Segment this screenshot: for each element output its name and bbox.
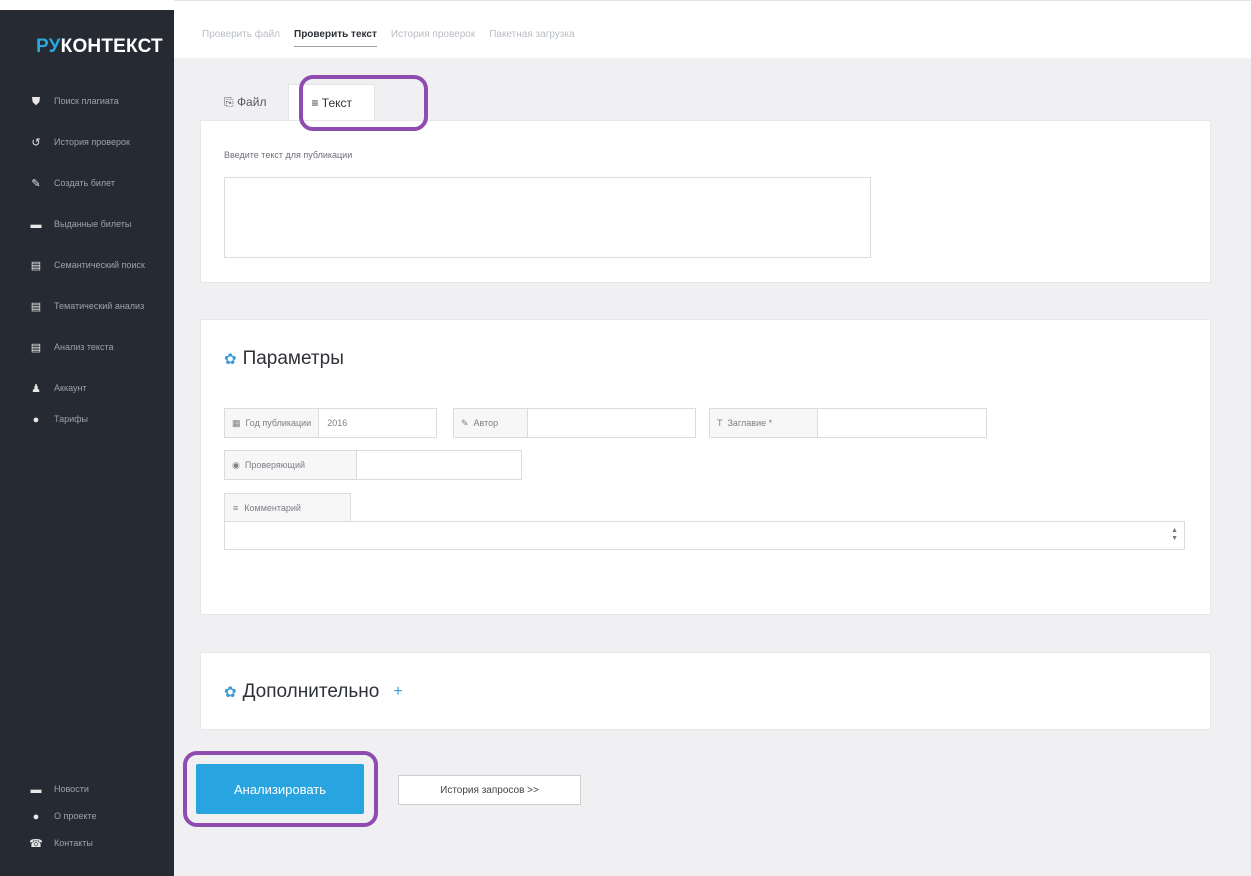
tab-file[interactable]: ⎘ Файл (202, 84, 288, 120)
year-label: Год публикации (245, 418, 312, 428)
phone-icon: ☎ (29, 838, 43, 850)
sidebar-item-2[interactable]: ✎ Создать билет (0, 178, 174, 219)
pencil-icon: ✎ (461, 417, 469, 428)
folder-icon: ▬ (30, 219, 42, 231)
author-field[interactable]: ✎ Автор (453, 408, 696, 438)
reviewer-addon: ◉ Проверяющий (225, 451, 357, 479)
sidebar-item-label: История проверок (54, 137, 130, 147)
comment-label: Комментарий (244, 503, 301, 513)
reviewer-field[interactable]: ◉ Проверяющий (224, 450, 522, 480)
text-lines-icon: ≡ (311, 96, 322, 110)
sidebar-item-2[interactable]: ☎ Контакты (0, 838, 174, 865)
sidebar-item-label: Новости (54, 784, 89, 794)
document-icon: ▤ (30, 260, 42, 272)
author-input[interactable] (528, 409, 695, 437)
sidebar-item-1[interactable]: ↺ История проверок (0, 137, 174, 178)
tab-file-label: Файл (236, 95, 267, 109)
analyze-button[interactable]: Анализировать (196, 764, 364, 814)
eye-icon: ◉ (232, 459, 240, 470)
sidebar-item-label: Выданные билеты (54, 219, 132, 229)
reviewer-label: Проверяющий (244, 460, 306, 470)
paperclip-icon: ⎘ (224, 95, 237, 109)
heading-label: Заглавие * (727, 418, 773, 428)
heading-field[interactable]: T Заглавие * (709, 408, 987, 438)
sidebar-item-label: Поиск плагиата (54, 96, 119, 106)
gear-icon: ✿ (224, 684, 237, 701)
tab-text[interactable]: ≡ Текст (288, 84, 376, 120)
year-input[interactable]: 2016 (319, 409, 436, 437)
request-history-button[interactable]: История запросов >> (398, 775, 581, 805)
info-icon: ● (32, 811, 40, 823)
sidebar-item-label: Контакты (54, 838, 93, 848)
sidebar-item-label: Создать билет (54, 178, 115, 188)
info-icon: ● (32, 414, 40, 426)
text-input-label: Введите текст для публикации (224, 150, 353, 160)
sidebar-item-label: Тематический анализ (54, 301, 145, 311)
comment-addon: ≡ Комментарий (224, 493, 351, 522)
sidebar-nav: ⛊ Поиск плагиата ↺ История проверок ✎ Создать… (0, 96, 174, 445)
year-field[interactable]: ▦ Год публикации 2016 (224, 408, 437, 438)
top-bar: Проверить файл Проверить текст История п… (174, 0, 1251, 58)
pencil-icon: ✎ (31, 178, 41, 190)
heading-addon: T Заглавие * (710, 409, 818, 437)
sidebar-item-label: Семантический поиск (54, 260, 145, 270)
tab-check-history[interactable]: История проверок (391, 29, 475, 47)
sidebar-item-0[interactable]: ⛊ Поиск плагиата (0, 96, 174, 137)
author-label: Автор (473, 418, 499, 428)
tab-batch-upload[interactable]: Пакетная загрузка (489, 29, 574, 47)
tab-check-text[interactable]: Проверить текст (294, 29, 377, 47)
comment-input[interactable]: ▲ ▼ (224, 521, 1185, 550)
sidebar-item-5[interactable]: ▤ Тематический анализ (0, 301, 174, 342)
heading-input[interactable] (818, 409, 986, 437)
sidebar-item-8[interactable]: ● Тарифы (0, 414, 174, 445)
year-addon: ▦ Год публикации (225, 409, 320, 437)
sidebar-item-4[interactable]: ▤ Семантический поиск (0, 260, 174, 301)
plus-icon[interactable]: + (393, 683, 402, 701)
extra-title[interactable]: ✿ Дополнительно + (224, 681, 403, 703)
text-lines-icon: ≡ (233, 503, 239, 513)
logo[interactable]: РУКОНТЕКСТ (36, 36, 163, 58)
reviewer-input[interactable] (357, 451, 521, 479)
params-title: ✿ Параметры (224, 348, 344, 370)
calendar-icon: ▦ (232, 417, 241, 428)
tab-text-label: Текст (321, 96, 353, 110)
sidebar-item-7[interactable]: ♟ Аккаунт (0, 383, 174, 414)
spinner-icon[interactable]: ▲ ▼ (1171, 527, 1178, 543)
sidebar-item-label: О проекте (54, 811, 97, 821)
tab-check-file[interactable]: Проверить файл (202, 29, 280, 47)
sidebar-item-1[interactable]: ● О проекте (0, 811, 174, 838)
sidebar-item-label: Тарифы (54, 414, 89, 424)
author-addon: ✎ Автор (454, 409, 528, 437)
sidebar-item-0[interactable]: ▬ Новости (0, 784, 174, 811)
input-tabs: ⎘ Файл ≡ Текст (202, 84, 376, 120)
sidebar-item-label: Анализ текста (54, 342, 114, 352)
text-t-icon: T (717, 418, 723, 428)
user-icon: ♟ (31, 383, 41, 395)
sidebar-nav-bottom: ▬ Новости ● О проекте ☎ Контакты (0, 784, 174, 865)
shield-icon: ⛊ (31, 96, 41, 108)
document-icon: ▤ (30, 342, 42, 354)
params-title-text: Параметры (242, 348, 344, 369)
sidebar-item-label: Аккаунт (54, 383, 87, 393)
history-icon: ↺ (31, 137, 41, 149)
sidebar-item-6[interactable]: ▤ Анализ текста (0, 342, 174, 383)
news-icon: ▬ (30, 784, 42, 796)
sidebar: РУКОНТЕКСТ ⛊ Поиск плагиата ↺ История прове… (0, 0, 174, 876)
logo-accent: РУ (36, 36, 61, 57)
sidebar-item-3[interactable]: ▬ Выданные билеты (0, 219, 174, 260)
document-icon: ▤ (30, 301, 42, 313)
logo-text: КОНТЕКСТ (60, 36, 163, 57)
gear-icon: ✿ (224, 351, 237, 368)
top-tabs: Проверить файл Проверить текст История п… (202, 29, 575, 47)
extra-title-text: Дополнительно (242, 681, 380, 702)
text-input-area[interactable] (224, 177, 871, 258)
